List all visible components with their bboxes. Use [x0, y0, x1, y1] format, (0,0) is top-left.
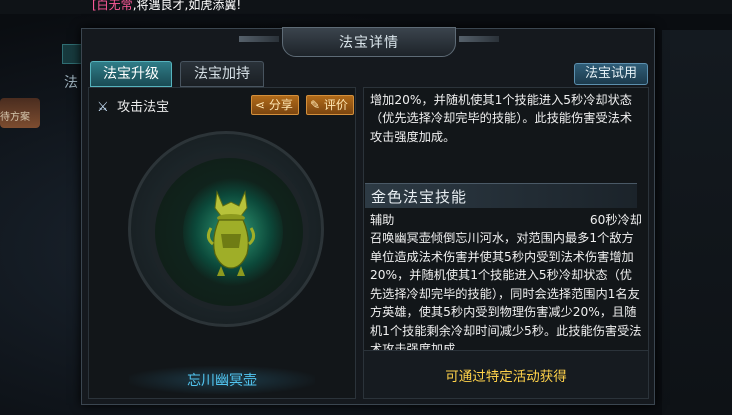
artifact-type-row: ⚔ 攻击法宝: [97, 96, 170, 115]
try-artifact-button[interactable]: 法宝试用: [574, 63, 648, 85]
artifact-detail-dialog: 法宝详情 法宝升级 法宝加持 法宝试用 ⚔ 攻击法宝 ⋖ 分享 ✎ 评价 忘川幽…: [81, 27, 655, 405]
background-side-text: 待方案: [0, 112, 30, 123]
golden-skill-header: 金色法宝技能: [365, 183, 637, 208]
artifact-circle-ring: [149, 152, 309, 312]
tab-upgrade[interactable]: 法宝升级: [90, 61, 172, 87]
rate-label: 评价: [323, 98, 348, 112]
banner-rest: ,将遇良才,如虎添翼!: [132, 0, 242, 12]
share-label: 分享: [268, 98, 293, 112]
artifact-name-bar: 忘川幽冥壶: [129, 366, 315, 394]
background-right-panel: [662, 30, 732, 415]
title-plate: 法宝详情: [239, 27, 499, 57]
background-side-label: 法: [64, 75, 78, 91]
dialog-title: 法宝详情: [339, 35, 399, 51]
golden-skill-title: 金色法宝技能: [371, 188, 468, 206]
top-banner: [白无常,将遇良才,如虎添翼!: [0, 0, 732, 14]
background-side: 法 待方案: [0, 70, 78, 130]
scroll-cut-mask: [370, 87, 642, 88]
skill-info-panel: 敌方单位造成法术伤害并使其5秒内受到法术伤害增加20%，并随机使其1个技能进入5…: [363, 87, 649, 399]
artifact-display-panel: ⚔ 攻击法宝 ⋖ 分享 ✎ 评价 忘川幽冥壶: [88, 87, 356, 399]
golden-skill-meta: 辅助 60秒冷却: [370, 210, 642, 228]
golden-skill-cooldown: 60秒冷却: [589, 213, 642, 227]
golden-skill-type: 辅助: [370, 213, 395, 227]
banner-highlight: [白无常: [92, 0, 133, 12]
artifact-circle-frame: [128, 131, 324, 327]
artifact-type-label: 攻击法宝: [117, 100, 170, 115]
artifact-name: 忘川幽冥壶: [187, 373, 257, 389]
edit-icon: ✎: [310, 98, 321, 112]
tab-blessing[interactable]: 法宝加持: [180, 61, 264, 87]
crossed-swords-icon: ⚔: [97, 100, 109, 115]
rate-button[interactable]: ✎ 评价: [306, 95, 354, 115]
obtain-info: 可通过特定活动获得: [364, 350, 648, 398]
banner-text: [白无常,将遇良才,如虎添翼!: [92, 0, 241, 13]
skill-description-top: 敌方单位造成法术伤害并使其5秒内受到法术伤害增加20%，并随机使其1个技能进入5…: [370, 92, 633, 144]
share-icon: ⋖: [255, 98, 266, 112]
artifact-pot-icon: [206, 190, 256, 276]
share-button[interactable]: ⋖ 分享: [251, 95, 299, 115]
obtain-text: 可通过特定活动获得: [445, 369, 567, 385]
